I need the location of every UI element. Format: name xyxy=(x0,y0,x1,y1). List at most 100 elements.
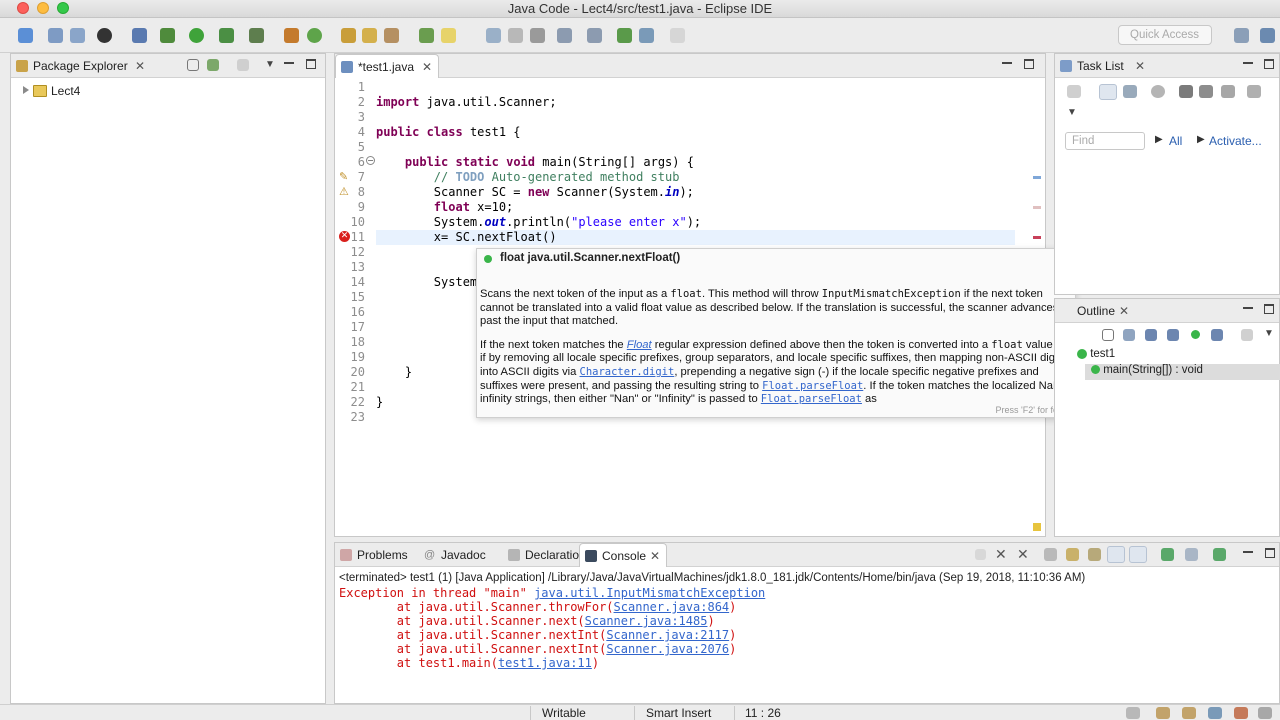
overview-task-marker[interactable] xyxy=(1033,176,1041,179)
all-link[interactable]: All xyxy=(1169,134,1182,148)
stack-frame-link[interactable]: Scanner.java:2117 xyxy=(606,628,729,642)
coverage-icon[interactable] xyxy=(219,28,234,43)
status-tool-icon[interactable] xyxy=(1126,707,1140,719)
mark-occurrences-icon[interactable] xyxy=(441,28,456,43)
console-output[interactable]: <terminated> test1 (1) [Java Application… xyxy=(335,568,1279,703)
minimize-view-button[interactable] xyxy=(1243,551,1253,553)
collapse-all-icon[interactable] xyxy=(1102,329,1114,341)
profile-icon[interactable] xyxy=(97,28,112,43)
show-on-stderr-icon[interactable] xyxy=(1129,546,1147,563)
pin-console-icon[interactable] xyxy=(1161,548,1174,561)
show-whitespace-icon[interactable] xyxy=(530,28,545,43)
status-tool-icon[interactable] xyxy=(1208,707,1222,719)
task-find-input[interactable]: Find xyxy=(1065,132,1145,150)
back-icon[interactable] xyxy=(639,28,654,43)
scroll-lock-icon[interactable] xyxy=(1066,548,1079,561)
close-icon[interactable]: ✕ xyxy=(650,544,660,568)
minimize-view-button[interactable] xyxy=(284,62,294,64)
new-java-project-icon[interactable] xyxy=(284,28,299,43)
save-all-icon[interactable] xyxy=(70,28,85,43)
stack-frame-link[interactable]: Scanner.java:864 xyxy=(614,600,730,614)
categorized-icon[interactable] xyxy=(1099,84,1117,100)
tab-test1-java[interactable]: *test1.java ✕ xyxy=(335,54,439,78)
remove-launch-icon[interactable]: ✕ xyxy=(995,546,1007,563)
doc-link[interactable]: Float.parseFloat xyxy=(761,393,862,405)
status-tool-icon[interactable] xyxy=(1182,707,1196,719)
stack-frame-link[interactable]: test1.java:11 xyxy=(498,656,592,670)
open-folder-icon[interactable] xyxy=(362,28,377,43)
external-tools-icon[interactable] xyxy=(249,28,264,43)
maximize-view-button[interactable] xyxy=(306,59,316,69)
minimize-list-icon[interactable] xyxy=(1247,85,1261,98)
hide-fields-icon[interactable] xyxy=(1145,329,1157,341)
show-on-stdout-icon[interactable] xyxy=(1107,546,1125,563)
tab-package-explorer[interactable]: Package Explorer ✕ xyxy=(11,54,161,78)
view-menu-icon[interactable]: ▼ xyxy=(1067,107,1077,118)
close-icon[interactable]: ✕ xyxy=(422,55,432,79)
previous-edit-icon[interactable] xyxy=(587,28,602,43)
view-menu-icon[interactable]: ▼ xyxy=(265,59,275,70)
status-tool-icon[interactable] xyxy=(1156,707,1170,719)
fold-toggle-icon[interactable]: − xyxy=(366,156,375,165)
close-icon[interactable]: ✕ xyxy=(1135,54,1145,78)
overview-error-marker[interactable] xyxy=(1033,236,1041,239)
view-menu-icon[interactable]: ▼ xyxy=(1264,328,1274,339)
next-annotation-icon[interactable] xyxy=(419,28,434,43)
last-edit-location-icon[interactable] xyxy=(617,28,632,43)
next-edit-icon[interactable] xyxy=(557,28,572,43)
sort-icon[interactable] xyxy=(1123,329,1135,341)
minimize-editor-button[interactable] xyxy=(1002,62,1012,64)
hide-non-public-icon[interactable] xyxy=(1191,330,1200,339)
java-perspective-icon[interactable] xyxy=(1260,28,1275,43)
tab-task-list[interactable]: Task List ✕ xyxy=(1055,54,1155,78)
focus-icon[interactable] xyxy=(237,59,249,71)
stack-frame-link[interactable]: Scanner.java:1485 xyxy=(585,614,708,628)
scheduled-icon[interactable] xyxy=(1123,85,1137,98)
save-icon[interactable] xyxy=(48,28,63,43)
link-with-editor-icon[interactable] xyxy=(207,59,219,71)
insert-mode-status[interactable]: Smart Insert xyxy=(646,706,711,720)
hide-static-icon[interactable] xyxy=(1167,329,1179,341)
open-type-icon[interactable] xyxy=(341,28,356,43)
minimize-view-button[interactable] xyxy=(1243,307,1253,309)
new-icon[interactable] xyxy=(18,28,33,43)
terminate-icon[interactable] xyxy=(975,549,986,560)
tab-problems[interactable]: Problems xyxy=(335,543,419,567)
maximize-editor-button[interactable] xyxy=(1024,59,1034,69)
minimize-view-button[interactable] xyxy=(1243,62,1253,64)
forward-icon[interactable] xyxy=(670,28,685,43)
run-icon[interactable] xyxy=(189,28,204,43)
word-wrap-icon[interactable] xyxy=(1088,548,1101,561)
activate-link[interactable]: Activate... xyxy=(1209,134,1262,148)
overview-ruler-summary[interactable] xyxy=(1033,523,1041,531)
display-console-icon[interactable] xyxy=(1185,548,1198,561)
link-with-editor-icon[interactable] xyxy=(1241,329,1253,341)
new-class-icon[interactable] xyxy=(307,28,322,43)
word-wrap-icon[interactable] xyxy=(486,28,501,43)
close-icon[interactable]: ✕ xyxy=(1119,299,1129,323)
doc-link[interactable]: Float xyxy=(627,339,652,351)
tab-javadoc[interactable]: @ Javadoc xyxy=(419,543,499,567)
search-icon[interactable] xyxy=(384,28,399,43)
debug-icon[interactable] xyxy=(160,28,175,43)
new-task-icon[interactable] xyxy=(1067,85,1081,98)
maximize-view-button[interactable] xyxy=(1265,548,1275,558)
block-selection-icon[interactable] xyxy=(508,28,523,43)
quick-access-input[interactable]: Quick Access xyxy=(1118,25,1212,45)
doc-link[interactable]: Character.digit xyxy=(580,366,675,378)
status-tool-icon[interactable] xyxy=(1234,707,1248,719)
tab-console[interactable]: Console ✕ xyxy=(579,543,667,567)
doc-link[interactable]: Float.parseFloat xyxy=(762,380,863,392)
focus-task-icon[interactable] xyxy=(1221,85,1235,98)
close-icon[interactable]: ✕ xyxy=(135,54,145,78)
outline-item-method[interactable]: main(String[]) : void xyxy=(1085,364,1280,380)
collapse-all-icon[interactable] xyxy=(1179,85,1193,98)
maximize-view-button[interactable] xyxy=(1264,304,1274,314)
expand-arrow-icon[interactable] xyxy=(23,86,29,94)
exception-link[interactable]: java.util.InputMismatchException xyxy=(534,586,765,600)
maximize-view-button[interactable] xyxy=(1264,59,1274,69)
clear-console-icon[interactable] xyxy=(1044,548,1057,561)
status-tool-icon[interactable] xyxy=(1258,707,1272,719)
open-perspective-icon[interactable] xyxy=(1234,28,1249,43)
javadoc-hover-popup[interactable]: float java.util.Scanner.nextFloat() Scan… xyxy=(476,248,1076,418)
